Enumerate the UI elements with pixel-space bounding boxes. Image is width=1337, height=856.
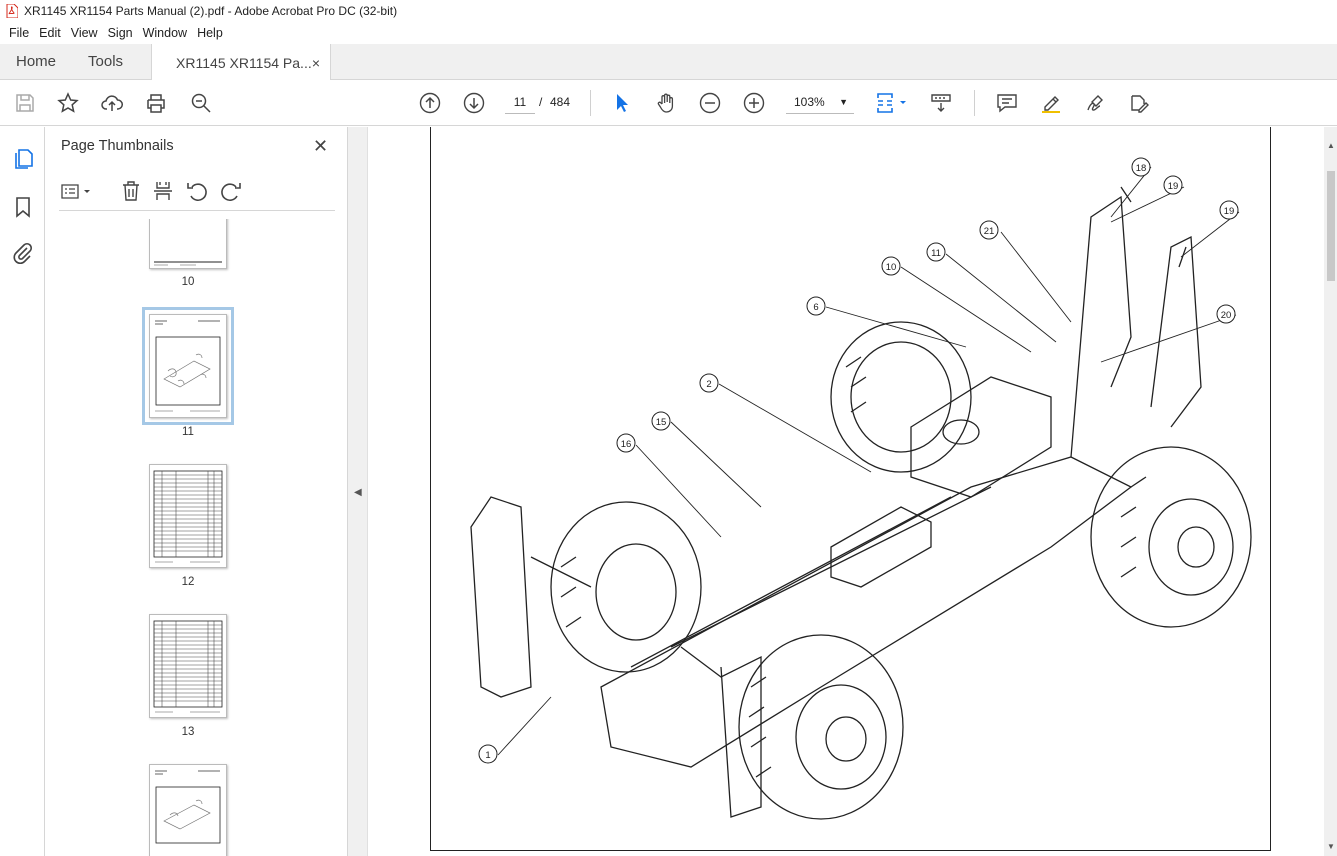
menu-edit[interactable]: Edit: [34, 26, 66, 40]
select-cursor-icon[interactable]: [609, 90, 635, 116]
scroll-mode-icon[interactable]: [928, 90, 954, 116]
tab-close-icon[interactable]: ×: [312, 55, 320, 71]
callout-label: 10: [886, 262, 897, 273]
menu-sign[interactable]: Sign: [103, 26, 138, 40]
upload-cloud-icon[interactable]: [99, 90, 125, 116]
document-view[interactable]: 1 2 6 10 11 15 16 18 19 19 20 21: [368, 127, 1324, 856]
callout-label: 16: [621, 439, 632, 450]
menu-window[interactable]: Window: [138, 26, 192, 40]
collapse-left-icon[interactable]: ◀: [354, 487, 362, 498]
edit-pdf-icon[interactable]: [1126, 90, 1152, 116]
zoom-in-icon[interactable]: [741, 90, 767, 116]
panel-close-icon[interactable]: ✕: [313, 136, 328, 157]
rotate-clockwise-icon[interactable]: [219, 179, 243, 203]
toolbar-divider: [974, 90, 975, 116]
callout-label: 19: [1224, 206, 1235, 217]
window-title: XR1145 XR1154 Parts Manual (2).pdf - Ado…: [24, 4, 398, 18]
thumbnail-page[interactable]: [149, 764, 227, 856]
thumbnail-page[interactable]: [142, 307, 234, 425]
callout-label: 11: [931, 248, 941, 259]
thumbnail-page[interactable]: [149, 614, 227, 718]
panel-title: Page Thumbnails: [61, 138, 174, 154]
tab-home[interactable]: Home: [0, 44, 72, 79]
bookmark-icon[interactable]: [11, 195, 35, 219]
previous-page-icon[interactable]: [417, 90, 443, 116]
save-icon[interactable]: [12, 90, 38, 116]
scrollbar-thumb[interactable]: [1327, 171, 1335, 281]
callout-label: 1: [485, 750, 490, 761]
callout-label: 15: [656, 417, 667, 428]
title-bar: XR1145 XR1154 Parts Manual (2).pdf - Ado…: [0, 0, 1337, 22]
thumbnail-label: 10: [181, 276, 195, 288]
parts-exploded-drawing: 1 2 6 10 11 15 16 18 19 19 20 21: [470, 157, 1252, 820]
menu-bar: File Edit View Sign Window Help: [0, 22, 1337, 44]
menu-help[interactable]: Help: [192, 26, 228, 40]
menu-file[interactable]: File: [4, 26, 34, 40]
zoom-search-icon[interactable]: [188, 90, 214, 116]
hand-tool-icon[interactable]: [653, 90, 679, 116]
pdf-page: 1 2 6 10 11 15 16 18 19 19 20 21: [430, 127, 1271, 851]
callout-label: 20: [1221, 310, 1232, 321]
draw-sign-icon[interactable]: [1082, 90, 1108, 116]
next-page-icon[interactable]: [461, 90, 487, 116]
comment-icon[interactable]: [994, 90, 1020, 116]
navigation-rail: [0, 127, 45, 856]
callout-label: 6: [813, 302, 818, 313]
attachment-paperclip-icon[interactable]: [11, 241, 35, 265]
acrobat-pdf-icon: [6, 4, 18, 18]
tab-document[interactable]: XR1145 XR1154 Pa... ×: [151, 44, 332, 81]
page-thumbnails-icon[interactable]: [11, 147, 35, 171]
page-number-input[interactable]: 11: [505, 90, 535, 114]
panel-collapse-strip[interactable]: ◀: [348, 127, 368, 856]
scroll-down-icon[interactable]: ▼: [1327, 842, 1335, 851]
page-fit-dropdown-icon[interactable]: [872, 90, 912, 116]
panel-toolbar: [59, 177, 335, 211]
scroll-up-icon[interactable]: ▲: [1327, 141, 1335, 150]
callout-label: 19: [1168, 181, 1179, 192]
print-icon[interactable]: [143, 90, 169, 116]
highlight-pen-icon[interactable]: [1038, 90, 1064, 116]
page-separator: /: [539, 95, 543, 109]
tab-bar: Home Tools XR1145 XR1154 Pa... ×: [0, 44, 1337, 81]
thumbnail-label: 13: [181, 726, 195, 738]
star-icon[interactable]: [55, 90, 81, 116]
main-toolbar: [0, 80, 1337, 126]
rotate-counterclockwise-icon[interactable]: [185, 179, 209, 203]
callout-label: 21: [984, 226, 995, 237]
thumbnail-label: 12: [181, 576, 195, 588]
zoom-level-select[interactable]: 103% ▼: [786, 90, 854, 114]
callout-label: 18: [1136, 163, 1147, 174]
menu-view[interactable]: View: [66, 26, 103, 40]
thumbnail-page[interactable]: [149, 219, 227, 269]
callout-label: 2: [706, 379, 711, 390]
tab-tools[interactable]: Tools: [72, 44, 139, 79]
page-thumbnails-panel: Page Thumbnails ✕ 10 11 12 13: [45, 127, 386, 856]
thumbnail-page[interactable]: [149, 464, 227, 568]
page-total: 484: [550, 95, 571, 109]
chevron-down-icon: ▼: [839, 97, 848, 107]
delete-trash-icon[interactable]: [119, 179, 143, 203]
thumbnail-label: 11: [182, 426, 194, 438]
zoom-out-icon[interactable]: [697, 90, 723, 116]
toolbar-divider: [590, 90, 591, 116]
document-scrollbar[interactable]: ▲ ▼: [1324, 127, 1337, 856]
zoom-level-value: 103%: [794, 95, 825, 109]
options-menu-icon[interactable]: [59, 179, 95, 203]
thumbnail-list: 10 11 12 13: [45, 219, 326, 856]
tab-document-label: XR1145 XR1154 Pa...: [176, 54, 312, 71]
extract-pages-icon[interactable]: [151, 179, 175, 203]
